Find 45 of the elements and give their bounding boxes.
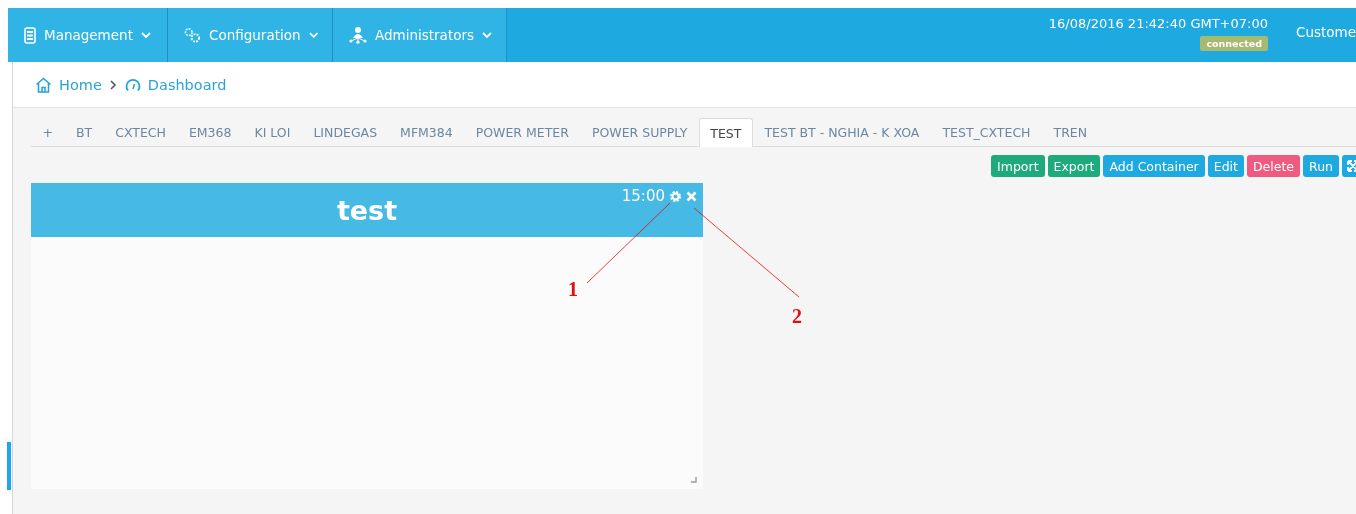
dashboard-tab[interactable]: BT <box>64 118 104 146</box>
breadcrumb-link[interactable]: Home <box>35 76 102 93</box>
toolbar-button[interactable]: Run <box>1303 155 1339 177</box>
chevron-down-icon <box>482 31 492 39</box>
user-network-icon <box>349 26 367 44</box>
dashboard-tab[interactable]: CXTECH <box>103 118 178 146</box>
annotation-number: 1 <box>568 279 578 299</box>
toolbar-button[interactable]: Add Container <box>1103 155 1205 177</box>
annotation-number: 2 <box>792 306 802 326</box>
battery-icon <box>24 26 36 44</box>
user-menu[interactable]: Custome <box>1267 24 1356 40</box>
date-time: 16/08/2016 21:42:40 GMT+07:00 <box>1048 16 1268 31</box>
gauge-icon <box>124 77 141 92</box>
dashboard-tab[interactable]: MFM384 <box>388 118 465 146</box>
expand-icon <box>1347 160 1356 172</box>
toolbar-button[interactable]: Import <box>991 155 1045 177</box>
breadcrumb-link[interactable]: Dashboard <box>124 76 227 93</box>
dashboard-tab[interactable]: POWER METER <box>464 118 581 146</box>
dashboard-tab[interactable]: TEST BT - NGHIA - K XOA <box>752 118 931 146</box>
side-indicator <box>7 442 11 490</box>
dashboard-tab[interactable]: KI LOI <box>243 118 302 146</box>
toolbar-button[interactable]: Delete <box>1246 155 1301 177</box>
dashboard-tab[interactable]: EM368 <box>177 118 243 146</box>
connection-status-badge: connected <box>1200 36 1268 51</box>
chevron-down-icon <box>140 31 151 39</box>
dashboard-tab[interactable]: POWER SUPPLY <box>580 118 699 146</box>
dashboard-tab[interactable]: LINDEGAS <box>301 118 389 146</box>
close-icon[interactable] <box>686 190 697 202</box>
dashboard-tab[interactable]: TEST <box>698 118 753 147</box>
dashboard-tab[interactable]: TREN <box>1042 118 1099 146</box>
dashboard-tab[interactable]: TEST_CXTECH <box>930 118 1042 146</box>
menu-item[interactable]: Configuration <box>168 8 333 62</box>
menu-item[interactable]: Management <box>8 8 168 62</box>
chevron-down-icon <box>308 31 318 39</box>
home-icon <box>35 76 52 93</box>
menu-item[interactable]: Administrators <box>333 8 507 62</box>
refresh-interval: 15:00 <box>621 187 665 205</box>
dashboard-tab[interactable]: + <box>31 118 65 146</box>
gears-icon <box>184 26 201 44</box>
chevron-right-icon <box>109 79 117 90</box>
toolbar-button[interactable]: Edit <box>1207 155 1244 177</box>
settings-icon[interactable] <box>669 189 682 203</box>
toolbar-button[interactable]: Export <box>1047 155 1101 177</box>
widget-title: test <box>336 194 398 226</box>
resize-handle-icon[interactable] <box>691 477 697 483</box>
